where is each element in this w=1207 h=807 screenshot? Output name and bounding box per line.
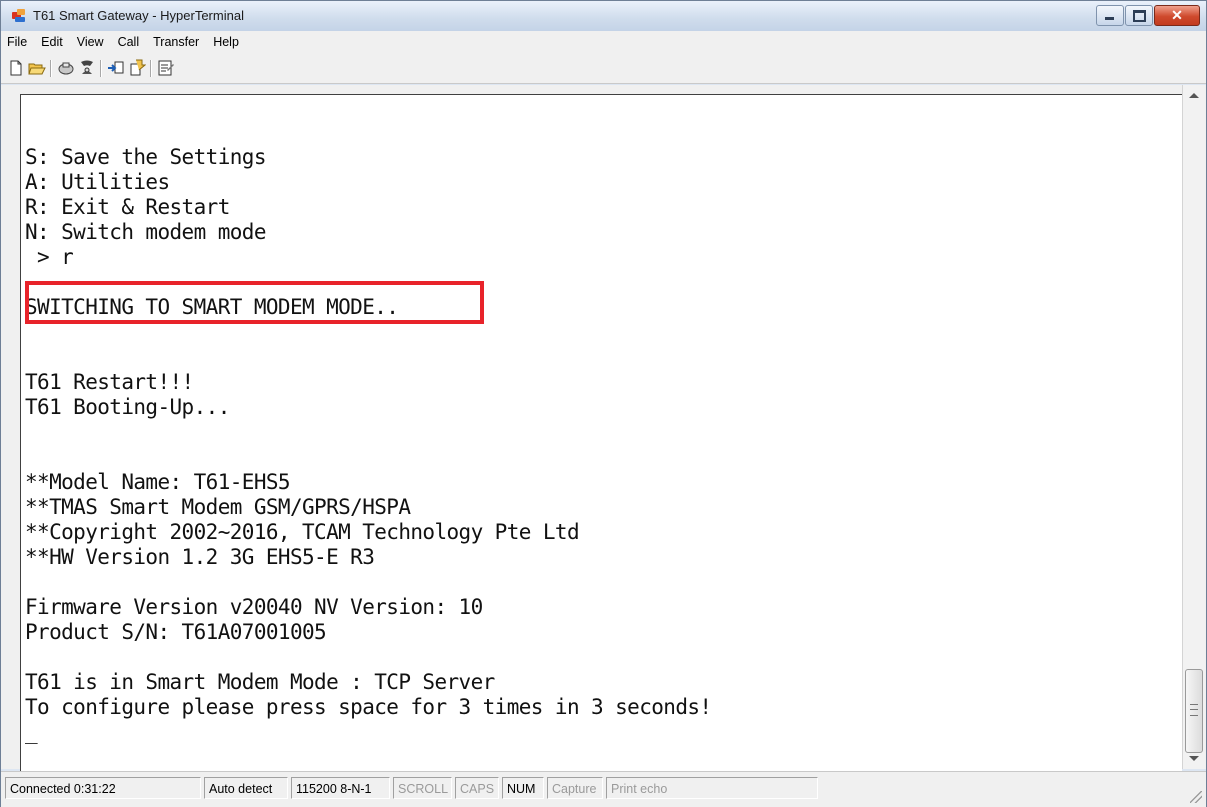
vertical-scrollbar[interactable] xyxy=(1182,85,1205,769)
properties-icon[interactable] xyxy=(157,59,175,77)
close-button[interactable]: ✕ xyxy=(1154,5,1200,26)
terminal-line: Firmware Version v20040 NV Version: 10 xyxy=(25,595,483,619)
hyperterminal-window: T61 Smart Gateway - HyperTerminal ✕ File… xyxy=(0,0,1207,807)
hyperterminal-app-icon xyxy=(12,9,25,22)
scroll-up-icon[interactable] xyxy=(1189,93,1199,98)
status-capture: Capture xyxy=(547,777,603,799)
status-connected: Connected 0:31:22 xyxy=(5,777,201,799)
terminal-line: **Model Name: T61-EHS5 xyxy=(25,470,291,494)
scroll-down-icon[interactable] xyxy=(1189,756,1199,761)
terminal-output: S: Save the Settings A: Utilities R: Exi… xyxy=(25,145,712,745)
minimize-button[interactable] xyxy=(1096,5,1124,26)
close-icon: ✕ xyxy=(1171,7,1183,23)
terminal-line: T61 Booting-Up... xyxy=(25,395,230,419)
status-caps: CAPS xyxy=(455,777,499,799)
status-bar: Connected 0:31:22 Auto detect 115200 8-N… xyxy=(1,771,1206,807)
status-num: NUM xyxy=(502,777,544,799)
maximize-button[interactable] xyxy=(1125,5,1153,26)
terminal-line: N: Switch modem mode xyxy=(25,220,266,244)
receive-file-icon[interactable] xyxy=(128,59,146,77)
status-print-echo: Print echo xyxy=(606,777,818,799)
toolbar xyxy=(1,53,1206,84)
open-icon[interactable] xyxy=(28,59,46,77)
grip-icon xyxy=(1190,704,1198,716)
toolbar-separator xyxy=(100,60,102,77)
terminal-line: S: Save the Settings xyxy=(25,145,266,169)
terminal-line: **HW Version 1.2 3G EHS5-E R3 xyxy=(25,545,375,569)
maximize-icon xyxy=(1133,10,1146,22)
menu-bar: File Edit View Call Transfer Help xyxy=(1,31,1206,53)
menu-view[interactable]: View xyxy=(70,35,111,49)
terminal-line: **Copyright 2002~2016, TCAM Technology P… xyxy=(25,520,580,544)
terminal-line: Product S/N: T61A07001005 xyxy=(25,620,327,644)
menu-help[interactable]: Help xyxy=(206,35,246,49)
send-file-icon[interactable] xyxy=(107,59,125,77)
menu-transfer[interactable]: Transfer xyxy=(146,35,206,49)
window-controls: ✕ xyxy=(1095,5,1200,26)
terminal-line: T61 Restart!!! xyxy=(25,370,194,394)
terminal-line: > r xyxy=(25,245,74,269)
scroll-thumb[interactable] xyxy=(1185,669,1203,753)
title-bar[interactable]: T61 Smart Gateway - HyperTerminal ✕ xyxy=(1,1,1206,31)
menu-file[interactable]: File xyxy=(1,35,34,49)
terminal-frame: S: Save the Settings A: Utilities R: Exi… xyxy=(1,85,1206,771)
terminal-line: A: Utilities xyxy=(25,170,170,194)
new-connection-icon[interactable] xyxy=(7,59,25,77)
terminal-screen[interactable]: S: Save the Settings A: Utilities R: Exi… xyxy=(20,94,1182,771)
terminal-line: R: Exit & Restart xyxy=(25,195,230,219)
toolbar-separator xyxy=(50,60,52,77)
resize-grip-icon[interactable] xyxy=(1190,791,1202,803)
menu-edit[interactable]: Edit xyxy=(34,35,70,49)
dial-icon[interactable] xyxy=(78,59,96,77)
terminal-line: **TMAS Smart Modem GSM/GPRS/HSPA xyxy=(25,495,411,519)
disconnect-icon[interactable] xyxy=(57,59,75,77)
minimize-icon xyxy=(1105,17,1114,20)
terminal-line: To configure please press space for 3 ti… xyxy=(25,695,712,719)
status-scroll: SCROLL xyxy=(393,777,452,799)
window-title: T61 Smart Gateway - HyperTerminal xyxy=(33,8,244,23)
highlight-box xyxy=(25,281,484,324)
status-detect: Auto detect xyxy=(204,777,288,799)
terminal-line: T61 is in Smart Modem Mode : TCP Server xyxy=(25,670,495,694)
menu-call[interactable]: Call xyxy=(111,35,147,49)
status-port-settings: 115200 8-N-1 xyxy=(291,777,390,799)
toolbar-separator xyxy=(150,60,152,77)
terminal-cursor: _ xyxy=(25,720,38,744)
